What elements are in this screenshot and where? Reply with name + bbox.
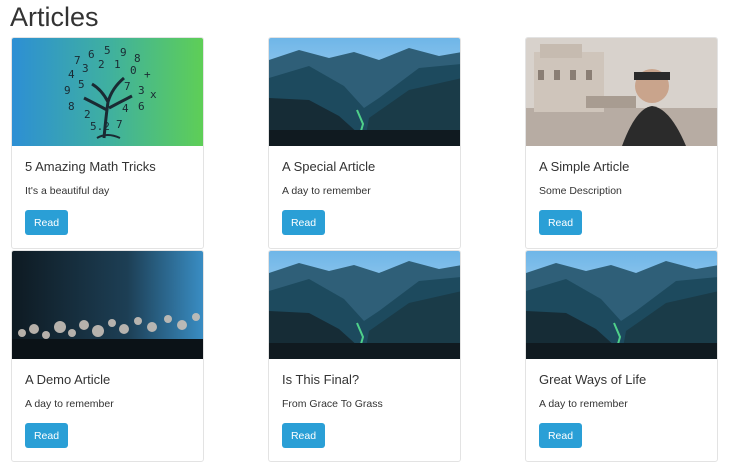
article-description: A day to remember [539, 398, 628, 410]
article-card: Is This Final? From Grace To Grass Read [268, 250, 461, 462]
svg-text:+: + [144, 68, 151, 81]
article-description: A day to remember [25, 398, 114, 410]
fortress-portrait-image [526, 38, 717, 146]
article-description: From Grace To Grass [282, 398, 383, 410]
svg-text:x: x [150, 88, 157, 101]
svg-text:4: 4 [68, 68, 75, 81]
read-button[interactable]: Read [539, 210, 582, 235]
read-button[interactable]: Read [282, 423, 325, 448]
article-title: Great Ways of Life [539, 372, 647, 387]
read-button[interactable]: Read [282, 210, 325, 235]
article-title: A Special Article [282, 159, 376, 174]
read-button[interactable]: Read [25, 210, 68, 235]
svg-text:2: 2 [98, 58, 105, 71]
mountain-valley-image [526, 251, 717, 359]
svg-text:8: 8 [68, 100, 75, 113]
svg-text:7: 7 [124, 80, 131, 93]
article-card: A Demo Article A day to remember Read [11, 250, 204, 462]
dark-flowers-image [12, 251, 203, 359]
article-description: A day to remember [282, 185, 371, 197]
math-tree-image: 76598 4 3 2 1 0 + 9573x 82 4 6 5.2 7 [12, 38, 203, 146]
article-title: Is This Final? [282, 372, 360, 387]
svg-text:9: 9 [120, 46, 127, 59]
svg-text:1: 1 [114, 58, 121, 71]
svg-text:7: 7 [74, 54, 81, 67]
svg-text:3: 3 [82, 62, 89, 75]
svg-text:4: 4 [122, 102, 129, 115]
article-card: Great Ways of Life A day to remember Rea… [525, 250, 718, 462]
svg-text:9: 9 [64, 84, 71, 97]
article-card: A Simple Article Some Description Read [525, 37, 718, 249]
article-description: Some Description [539, 185, 622, 197]
read-button[interactable]: Read [539, 423, 582, 448]
mountain-valley-image [269, 251, 460, 359]
article-card: A Special Article A day to remember Read [268, 37, 461, 249]
svg-text:6: 6 [138, 100, 145, 113]
svg-text:0: 0 [130, 64, 137, 77]
svg-text:5: 5 [104, 44, 111, 57]
svg-text:5: 5 [78, 78, 85, 91]
read-button[interactable]: Read [25, 423, 68, 448]
page-title: Articles [10, 2, 99, 32]
svg-text:7: 7 [116, 118, 123, 131]
mountain-valley-image [269, 38, 460, 146]
article-title: A Simple Article [539, 159, 630, 174]
svg-text:3: 3 [138, 84, 145, 97]
article-card: 76598 4 3 2 1 0 + 9573x 8246 5.2 7 5 Amazing M… [11, 37, 204, 249]
article-title: 5 Amazing Math Tricks [25, 159, 156, 174]
svg-text:5.2: 5.2 [90, 120, 110, 133]
article-description: It's a beautiful day [25, 185, 110, 197]
svg-text:6: 6 [88, 48, 95, 61]
article-title: A Demo Article [25, 372, 111, 387]
